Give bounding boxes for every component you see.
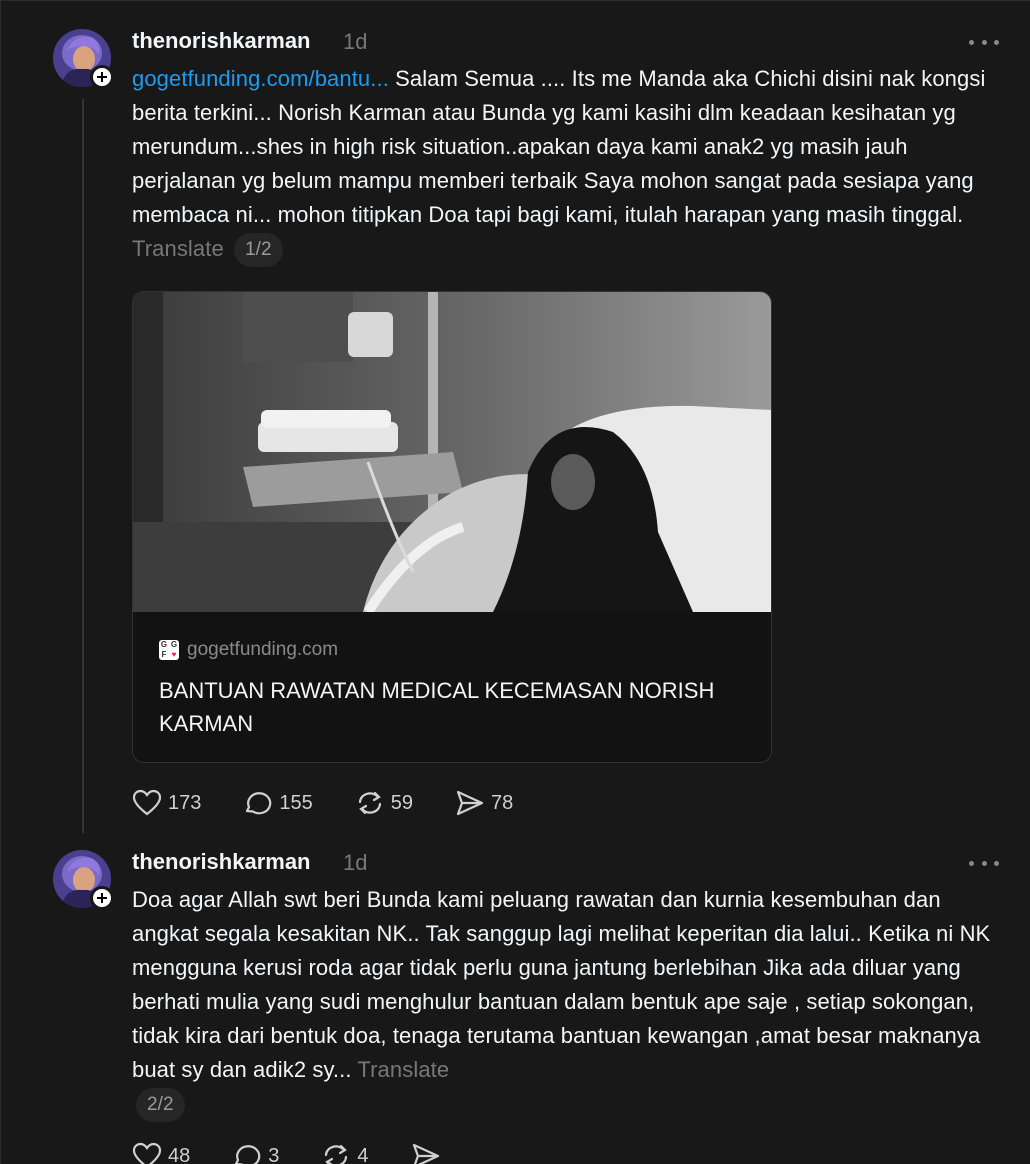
repost-count: 4 xyxy=(357,1144,369,1164)
repost-button[interactable]: 59 xyxy=(355,789,413,817)
username[interactable]: thenorishkarman xyxy=(132,28,311,54)
link-preview-image xyxy=(133,292,771,615)
link-title: BANTUAN RAWATAN MEDICAL KECEMASAN NORISH… xyxy=(159,678,715,736)
post-text: gogetfunding.com/bantu... Salam Semua ..… xyxy=(132,62,1002,268)
share-count: 78 xyxy=(491,791,514,814)
reply-button[interactable]: 3 xyxy=(232,1142,279,1164)
share-icon xyxy=(456,790,484,816)
like-button[interactable]: 173 xyxy=(132,789,201,817)
translate-link[interactable]: Translate xyxy=(357,1057,449,1082)
repost-count: 59 xyxy=(390,791,413,814)
plus-icon xyxy=(97,72,107,82)
page-indicator: 1/2 xyxy=(234,233,283,268)
post-body: Doa agar Allah swt beri Bunda kami pelua… xyxy=(132,887,991,1082)
like-button[interactable]: 48 xyxy=(132,1142,190,1164)
follow-plus-button[interactable] xyxy=(90,886,114,910)
post-text: Doa agar Allah swt beri Bunda kami pelua… xyxy=(132,883,1002,1123)
post-actions: 48 3 4 xyxy=(132,1142,489,1164)
site-favicon: G G F ♥ xyxy=(159,640,179,660)
follow-plus-button[interactable] xyxy=(90,65,114,89)
like-count: 48 xyxy=(168,1144,191,1164)
post-actions: 173 155 59 78 xyxy=(132,789,555,817)
thread-panel: thenorishkarman 1d gogetfunding.com/bant… xyxy=(0,0,1030,1164)
repost-button[interactable]: 4 xyxy=(321,1142,369,1164)
translate-link[interactable]: Translate xyxy=(132,236,224,261)
timestamp[interactable]: 1d xyxy=(343,29,367,55)
share-button[interactable] xyxy=(411,1142,447,1164)
comment-icon xyxy=(235,1145,261,1164)
more-icon xyxy=(969,39,974,45)
reply-count: 155 xyxy=(279,791,313,814)
heart-icon xyxy=(132,789,162,816)
repost-icon xyxy=(358,791,381,815)
page-indicator: 2/2 xyxy=(136,1088,185,1123)
reply-button[interactable]: 155 xyxy=(243,789,313,817)
more-icon xyxy=(969,860,974,866)
avatar[interactable] xyxy=(53,29,114,89)
more-options-button[interactable] xyxy=(969,853,999,873)
link-preview-card[interactable]: G G F ♥ gogetfunding.com BANTUAN RAWATAN… xyxy=(132,291,772,763)
timestamp[interactable]: 1d xyxy=(343,850,367,876)
like-count: 173 xyxy=(168,791,202,814)
avatar[interactable] xyxy=(53,850,114,910)
post-link[interactable]: gogetfunding.com/bantu... xyxy=(132,66,389,91)
comment-icon xyxy=(246,792,272,815)
plus-icon xyxy=(97,893,107,903)
share-icon xyxy=(412,1143,439,1164)
link-preview-meta: G G F ♥ gogetfunding.com BANTUAN RAWATAN… xyxy=(133,612,771,762)
username[interactable]: thenorishkarman xyxy=(132,849,311,875)
link-domain: gogetfunding.com xyxy=(187,639,339,660)
more-options-button[interactable] xyxy=(969,32,999,52)
reply-count: 3 xyxy=(268,1144,280,1164)
heart-icon xyxy=(132,1142,162,1164)
share-button[interactable]: 78 xyxy=(455,789,513,817)
repost-icon xyxy=(325,1144,348,1164)
thread-connector-line xyxy=(82,99,84,833)
